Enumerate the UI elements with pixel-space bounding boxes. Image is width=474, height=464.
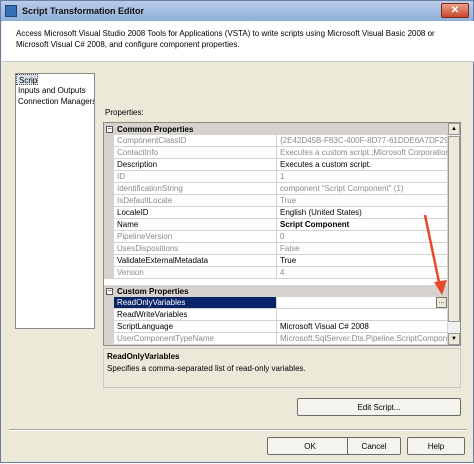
prop-row-usesdispositions[interactable]: UsesDispositions False bbox=[104, 243, 447, 255]
prop-row-readonlyvariables[interactable]: ReadOnlyVariables ... bbox=[104, 297, 447, 309]
prop-value[interactable] bbox=[277, 309, 447, 321]
close-button[interactable]: ✕ bbox=[441, 3, 469, 18]
prop-name: LocaleID bbox=[114, 207, 277, 219]
help-text: Specifies a comma-separated list of read… bbox=[107, 364, 306, 373]
prop-row-localeid[interactable]: LocaleID English (United States) bbox=[104, 207, 447, 219]
window-title: Script Transformation Editor bbox=[22, 6, 145, 16]
category-custom-properties[interactable]: − Custom Properties bbox=[104, 285, 447, 297]
collapse-icon[interactable]: − bbox=[106, 287, 113, 295]
prop-row-version[interactable]: Version 4 bbox=[104, 267, 447, 279]
prop-row-description[interactable]: Description Executes a custom script. bbox=[104, 159, 447, 171]
prop-row-id[interactable]: ID 1 bbox=[104, 171, 447, 183]
prop-name: UsesDispositions bbox=[114, 243, 277, 255]
prop-row-validateexternalmetadata[interactable]: ValidateExternalMetadata True bbox=[104, 255, 447, 267]
nav-item-connection-managers[interactable]: Connection Managers bbox=[16, 96, 94, 107]
prop-value[interactable]: Microsoft.SqlServer.Dts.Pipeline.ScriptC… bbox=[277, 333, 447, 345]
prop-name: PipelineVersion bbox=[114, 231, 277, 243]
prop-value[interactable]: Executes a custom script. bbox=[277, 159, 447, 171]
prop-value[interactable]: True bbox=[277, 195, 447, 207]
property-grid-scrollbar[interactable]: ▲ ▼ bbox=[447, 123, 460, 345]
app-icon bbox=[5, 5, 17, 17]
scroll-down-icon[interactable]: ▼ bbox=[448, 333, 460, 345]
category-label: Common Properties bbox=[117, 124, 194, 134]
prop-name: ReadOnlyVariables bbox=[114, 297, 277, 309]
prop-row-scriptlanguage[interactable]: ScriptLanguage Microsoft Visual C# 2008 bbox=[104, 321, 447, 333]
page-nav-list: Script Inputs and Outputs Connection Man… bbox=[15, 73, 95, 329]
nav-item-inputs-and-outputs[interactable]: Inputs and Outputs bbox=[16, 85, 94, 96]
prop-name: ScriptLanguage bbox=[114, 321, 277, 333]
prop-value[interactable]: True bbox=[277, 255, 447, 267]
prop-row-isdefaultlocale[interactable]: IsDefaultLocale True bbox=[104, 195, 447, 207]
footer-divider bbox=[9, 429, 467, 431]
ok-button[interactable]: OK bbox=[267, 437, 353, 455]
header-description: Access Microsoft Visual Studio 2008 Tool… bbox=[16, 29, 435, 49]
prop-value[interactable]: 4 bbox=[277, 267, 447, 279]
scroll-thumb[interactable] bbox=[448, 136, 460, 322]
prop-value[interactable]: English (United States) bbox=[277, 207, 447, 219]
prop-value[interactable]: Executes a custom script.;Microsoft Corp… bbox=[277, 147, 447, 159]
help-title: ReadOnlyVariables bbox=[107, 352, 180, 361]
prop-row-name[interactable]: Name Script Component bbox=[104, 219, 447, 231]
prop-value[interactable]: 0 bbox=[277, 231, 447, 243]
ellipsis-button[interactable]: ... bbox=[436, 297, 447, 308]
collapse-icon[interactable]: − bbox=[106, 125, 113, 133]
prop-row-componentclassid[interactable]: ComponentClassID {2E42D45B-F83C-400F-8D7… bbox=[104, 135, 447, 147]
prop-name: ComponentClassID bbox=[114, 135, 277, 147]
prop-name: Name bbox=[114, 219, 277, 231]
prop-name: ValidateExternalMetadata bbox=[114, 255, 277, 267]
prop-value[interactable]: Script Component bbox=[277, 219, 447, 231]
property-description-panel: ReadOnlyVariables Specifies a comma-sepa… bbox=[103, 348, 461, 388]
title-bar[interactable]: Script Transformation Editor ✕ bbox=[1, 1, 473, 21]
category-common-properties[interactable]: − Common Properties bbox=[104, 123, 447, 135]
prop-name: UserComponentTypeName bbox=[114, 333, 277, 345]
property-grid: − Common Properties ComponentClassID {2E… bbox=[103, 122, 461, 346]
edit-script-button[interactable]: Edit Script... bbox=[297, 398, 461, 416]
category-label: Custom Properties bbox=[117, 286, 189, 296]
prop-value[interactable]: ... bbox=[277, 297, 447, 309]
prop-name: ID bbox=[114, 171, 277, 183]
prop-row-usercomponenttypename[interactable]: UserComponentTypeName Microsoft.SqlServe… bbox=[104, 333, 447, 345]
prop-row-identificationstring[interactable]: IdentificationString component "Script C… bbox=[104, 183, 447, 195]
prop-name: Description bbox=[114, 159, 277, 171]
prop-name: IsDefaultLocale bbox=[114, 195, 277, 207]
prop-value[interactable]: Microsoft Visual C# 2008 bbox=[277, 321, 447, 333]
prop-value[interactable]: 1 bbox=[277, 171, 447, 183]
header-panel: Access Microsoft Visual Studio 2008 Tool… bbox=[2, 21, 474, 62]
prop-name: ContactInfo bbox=[114, 147, 277, 159]
prop-row-pipelineversion[interactable]: PipelineVersion 0 bbox=[104, 231, 447, 243]
cancel-button[interactable]: Cancel bbox=[347, 437, 401, 455]
prop-value[interactable]: {2E42D45B-F83C-400F-8D77-61DDE6A7DF29} bbox=[277, 135, 447, 147]
prop-value[interactable]: component "Script Component" (1) bbox=[277, 183, 447, 195]
prop-row-readwritevariables[interactable]: ReadWriteVariables bbox=[104, 309, 447, 321]
help-button[interactable]: Help bbox=[407, 437, 465, 455]
prop-value[interactable]: False bbox=[277, 243, 447, 255]
nav-item-script[interactable]: Script bbox=[16, 74, 38, 85]
prop-row-contactinfo[interactable]: ContactInfo Executes a custom script.;Mi… bbox=[104, 147, 447, 159]
prop-name: IdentificationString bbox=[114, 183, 277, 195]
properties-label: Properties: bbox=[105, 108, 144, 117]
scroll-up-icon[interactable]: ▲ bbox=[448, 123, 460, 135]
prop-name: Version bbox=[114, 267, 277, 279]
script-transformation-editor-window: Script Transformation Editor ✕ Access Mi… bbox=[0, 0, 474, 463]
prop-name: ReadWriteVariables bbox=[114, 309, 277, 321]
